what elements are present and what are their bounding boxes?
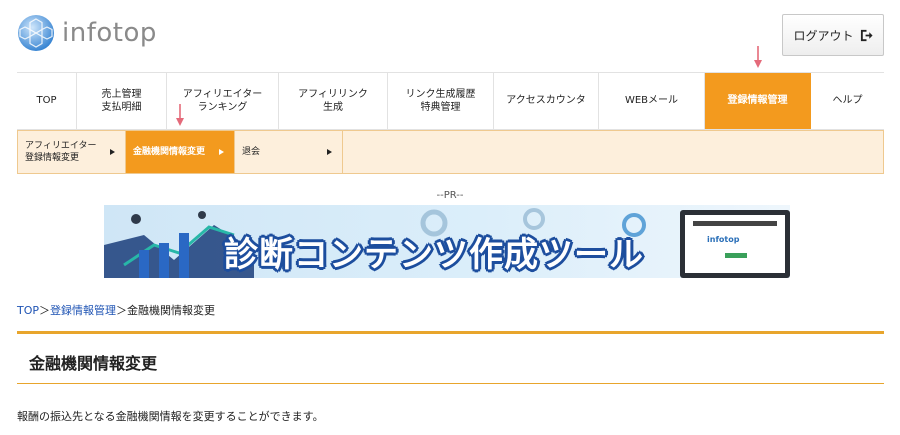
monitor-illustration: infotop xyxy=(680,210,790,278)
nav-item-top[interactable]: TOP xyxy=(17,73,77,129)
screen-logo: infotop xyxy=(707,235,740,244)
nav-item-access-counter[interactable]: アクセスカウンタ xyxy=(494,73,599,129)
main-nav: TOP 売上管理 支払明細 アフィリエイター ランキング アフィリリンク 生成 … xyxy=(17,72,884,130)
nav-item-webmail[interactable]: WEBメール xyxy=(599,73,705,129)
logout-label: ログアウト xyxy=(793,28,854,43)
banner-headline: 診断コンテンツ作成ツール xyxy=(224,235,644,275)
sign-out-icon xyxy=(860,29,873,41)
logo-text: infotop xyxy=(62,18,157,48)
nav-item-registration[interactable]: 登録情報管理 xyxy=(705,73,811,129)
hexagon-globe-icon xyxy=(18,15,54,51)
infotop-logo[interactable]: infotop xyxy=(16,12,157,54)
sub-item-bank-info[interactable]: 金融機関情報変更 xyxy=(126,131,235,173)
sub-item-label: アフィリエイター 登録情報変更 xyxy=(25,140,97,163)
sub-item-affiliate-info[interactable]: アフィリエイター 登録情報変更 xyxy=(18,131,126,173)
breadcrumb-separator: ＞ xyxy=(39,304,51,317)
page-description: 報酬の振込先となる金融機関情報を変更することができます。 xyxy=(17,410,324,423)
sub-item-label: 金融機関情報変更 xyxy=(133,146,206,157)
sub-nav: アフィリエイター 登録情報変更 金融機関情報変更 退会 xyxy=(17,130,884,174)
breadcrumb: TOP＞登録情報管理＞金融機関情報変更 xyxy=(17,302,215,318)
sub-item-withdraw[interactable]: 退会 xyxy=(235,131,343,173)
indicator-arrow-icon xyxy=(754,46,762,68)
nav-item-sales[interactable]: 売上管理 支払明細 xyxy=(77,73,167,129)
caret-right-icon xyxy=(219,149,224,155)
ad-banner[interactable]: 診断コンテンツ作成ツール infotop xyxy=(104,205,790,278)
page-heading-box: 金融機関情報変更 xyxy=(17,331,884,384)
logout-button[interactable]: ログアウト xyxy=(782,14,884,56)
nav-item-link-history[interactable]: リンク生成履歴 特典管理 xyxy=(388,73,494,129)
nav-item-affiliate-ranking[interactable]: アフィリエイター ランキング xyxy=(167,73,279,129)
breadcrumb-separator: ＞ xyxy=(116,304,128,317)
nav-item-help[interactable]: ヘルプ xyxy=(811,73,884,129)
sub-item-label: 退会 xyxy=(242,146,261,157)
breadcrumb-current: 金融機関情報変更 xyxy=(127,304,216,317)
caret-right-icon xyxy=(110,149,115,155)
page-title: 金融機関情報変更 xyxy=(29,354,158,373)
caret-right-icon xyxy=(327,149,332,155)
breadcrumb-section-link[interactable]: 登録情報管理 xyxy=(50,304,116,317)
nav-item-affiliate-link[interactable]: アフィリリンク 生成 xyxy=(279,73,388,129)
breadcrumb-home-link[interactable]: TOP xyxy=(17,304,39,317)
pr-label: --PR-- xyxy=(436,190,464,201)
